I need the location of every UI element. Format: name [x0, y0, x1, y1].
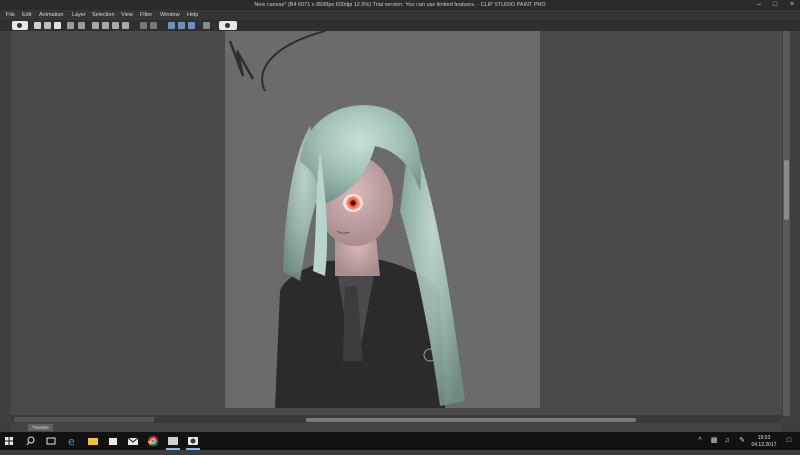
transform-icon[interactable] — [92, 22, 99, 29]
sketch-stroke — [261, 31, 326, 92]
lasso-icon[interactable] — [178, 22, 185, 29]
horizontal-scroll-thumb[interactable] — [306, 418, 636, 422]
eye-pupil — [350, 200, 356, 206]
help-icon[interactable] — [219, 21, 237, 30]
maximize-icon[interactable]: □ — [768, 0, 782, 10]
menu-filter[interactable]: Filter — [140, 10, 152, 20]
zoom-controls[interactable] — [14, 417, 154, 422]
open-file-icon[interactable] — [44, 22, 51, 29]
menu-bar: File Edit Animation Layer Selection View… — [0, 10, 800, 20]
window-title: New canvas* (B4 6071 x 8598px 600dpi 12.… — [254, 2, 546, 8]
snap-icon[interactable] — [140, 22, 147, 29]
timeline-panel — [11, 423, 782, 432]
command-bar — [0, 20, 800, 31]
menu-help[interactable]: Help — [187, 10, 198, 20]
mail-icon[interactable] — [124, 432, 142, 450]
chevron-up-icon[interactable]: ^ — [696, 437, 704, 445]
store-icon[interactable] — [104, 432, 122, 450]
menu-selection[interactable]: Selection — [92, 10, 115, 20]
undo-icon[interactable] — [67, 22, 74, 29]
select-icon[interactable] — [168, 22, 175, 29]
menu-dropdown-icon[interactable] — [203, 22, 210, 29]
clock-date[interactable]: 04.12.2017 — [744, 442, 784, 448]
edge-icon[interactable]: e — [63, 432, 81, 450]
svg-text:e: e — [68, 435, 75, 448]
grid-icon[interactable] — [102, 22, 109, 29]
artwork — [228, 31, 465, 408]
crop-icon[interactable] — [112, 22, 119, 29]
clock-time[interactable]: 19:53 — [744, 435, 784, 441]
notification-icon[interactable]: □ — [785, 437, 793, 445]
volume-icon[interactable]: ♫ — [723, 437, 731, 445]
eyedropper-icon[interactable] — [188, 22, 195, 29]
new-file-icon[interactable] — [34, 22, 41, 29]
close-icon[interactable]: × — [785, 0, 799, 10]
sketch-stroke — [228, 40, 255, 80]
app-icon[interactable] — [164, 432, 182, 450]
left-panel-edge — [0, 31, 11, 423]
task-view-icon[interactable] — [42, 432, 60, 450]
menu-view[interactable]: View — [121, 10, 133, 20]
vertical-scroll-thumb[interactable] — [784, 160, 789, 220]
file-explorer-icon[interactable] — [84, 432, 102, 450]
search-icon[interactable] — [22, 432, 40, 450]
redo-icon[interactable] — [78, 22, 85, 29]
menu-layer[interactable]: Layer — [72, 10, 86, 20]
drawing-canvas[interactable] — [225, 31, 540, 408]
menu-file[interactable]: File — [6, 10, 15, 20]
chrome-icon[interactable] — [144, 432, 162, 450]
vertical-scrollbar[interactable] — [783, 31, 790, 416]
save-icon[interactable] — [54, 22, 61, 29]
view-icon[interactable] — [12, 21, 28, 30]
pen-pressure-icon[interactable] — [150, 22, 157, 29]
minimize-icon[interactable]: – — [752, 0, 766, 10]
clip-studio-icon[interactable] — [184, 432, 202, 450]
network-icon[interactable]: ▩ — [710, 437, 718, 445]
title-bar: New canvas* (B4 6071 x 8598px 600dpi 12.… — [0, 0, 800, 10]
windows-start-icon[interactable] — [0, 432, 18, 450]
ruler-icon[interactable] — [122, 22, 129, 29]
menu-edit[interactable]: Edit — [22, 10, 31, 20]
menu-animation[interactable]: Animation — [39, 10, 63, 20]
menu-window[interactable]: Window — [160, 10, 180, 20]
tab-timeline[interactable]: Timeline — [28, 424, 53, 431]
